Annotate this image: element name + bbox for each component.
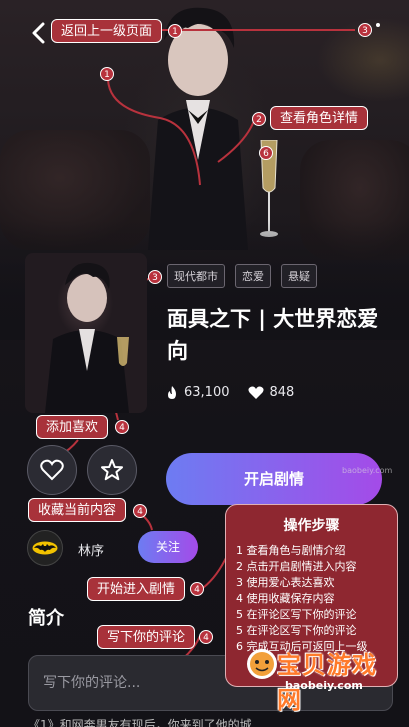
- marker-2: 2: [252, 112, 266, 126]
- step-item: 5 在评论区写下你的评论: [236, 608, 357, 621]
- step-item: 5 在评论区写下你的评论: [236, 624, 357, 637]
- watermark: 宝贝游戏网 baobeiy.com: [245, 645, 395, 714]
- story-title: 面具之下 | 大世界恋爱向: [167, 307, 379, 363]
- watermark-url-small: baobeiy.com: [342, 466, 393, 475]
- tag-item[interactable]: 悬疑: [281, 264, 317, 288]
- callout-detail: 查看角色详情: [270, 106, 369, 130]
- heart-icon: [247, 386, 264, 399]
- marker-4c: 4: [190, 582, 204, 596]
- marker-3b: 3: [148, 270, 162, 284]
- callout-back: 返回上一级页面: [51, 19, 163, 43]
- views-stat: 63,100: [166, 385, 230, 400]
- heart-outline-icon: [40, 459, 64, 481]
- follow-button[interactable]: 关注: [138, 531, 198, 563]
- step-item: 3 使用爱心表达喜欢: [236, 576, 335, 589]
- steps-list: 1 查看角色与剧情介绍 2 点击开启剧情进入内容 3 使用爱心表达喜欢 4 使用…: [236, 543, 387, 655]
- callout-collect: 收藏当前内容: [28, 498, 127, 522]
- step-item: 4 使用收藏保存内容: [236, 592, 335, 605]
- callout-start: 开始进入剧情: [87, 577, 186, 601]
- callout-like: 添加喜欢: [36, 415, 109, 439]
- watermark-mascot-icon: [247, 649, 277, 679]
- marker-4b: 4: [133, 504, 147, 518]
- flame-icon: [168, 385, 176, 399]
- cover-character-illustration: [45, 262, 129, 413]
- views-count: 63,100: [184, 385, 230, 400]
- start-story-button[interactable]: 开启剧情: [166, 453, 382, 505]
- step-item: 2 点击开启剧情进入内容: [236, 560, 357, 573]
- marker-4d: 4: [199, 630, 213, 644]
- star-outline-icon: [101, 459, 123, 481]
- tag-item[interactable]: 现代都市: [167, 264, 225, 288]
- story-cover-image[interactable]: [25, 253, 147, 413]
- collect-button[interactable]: [87, 445, 137, 495]
- marker-3: 3: [358, 23, 372, 37]
- watermark-url: baobeiy.com: [285, 679, 363, 692]
- author-name[interactable]: 林序: [78, 540, 104, 559]
- intro-section-title: 简介: [28, 608, 64, 629]
- like-button[interactable]: [27, 445, 77, 495]
- back-arrow-icon[interactable]: [30, 22, 48, 44]
- marker-1a: 1: [168, 24, 182, 38]
- marker-4a: 4: [115, 420, 129, 434]
- likes-count: 848: [269, 385, 295, 400]
- step-item: 1 查看角色与剧情介绍: [236, 544, 346, 557]
- callout-comment: 写下你的评论: [97, 625, 196, 649]
- marker-6: 6: [259, 146, 273, 160]
- marker-1b: 1: [100, 67, 114, 81]
- story-stats: 63,100 848: [166, 385, 294, 400]
- intro-snippet: 《1》和网奔男友有现后，你来到了他的城: [28, 718, 252, 727]
- bat-logo-icon: [32, 541, 58, 555]
- more-icon[interactable]: [373, 22, 383, 38]
- likes-stat: 848: [247, 385, 295, 400]
- tag-list: 现代都市 恋爱 悬疑: [167, 264, 317, 288]
- author-avatar[interactable]: [27, 530, 63, 566]
- steps-title: 操作步骤: [283, 518, 340, 534]
- tag-item[interactable]: 恋爱: [235, 264, 271, 288]
